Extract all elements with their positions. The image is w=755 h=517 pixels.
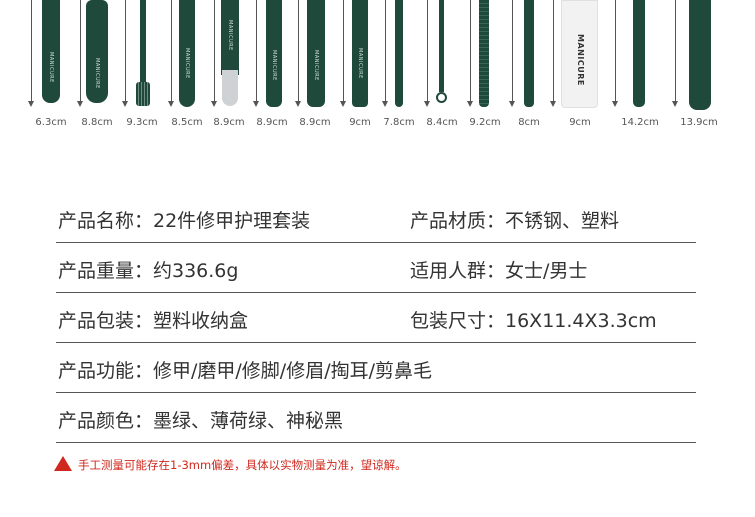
tool-length: 8.4cm (426, 117, 458, 128)
spec-color: 产品颜色：墨绿、薄荷绿、神秘黑 (58, 410, 344, 432)
length-arrow (28, 0, 34, 107)
tool-length: 7.8cm (383, 117, 415, 128)
length-arrow (382, 0, 388, 107)
length-arrow (122, 0, 128, 107)
spec-row: 产品名称：22件修甲护理套装 产品材质：不锈钢、塑料 (56, 193, 696, 243)
tool-length: 8.8cm (81, 117, 113, 128)
length-arrow (612, 0, 618, 107)
tool-length: 8.9cm (256, 117, 288, 128)
length-arrow (340, 0, 346, 107)
length-arrow (253, 0, 259, 107)
measurement-note: 手工测量可能存在1-3mm偏差，具体以实物测量为准，望谅解。 (54, 456, 407, 473)
length-arrow (77, 0, 83, 107)
tool-length: 9cm (569, 117, 591, 128)
length-arrow (550, 0, 556, 107)
spec-row: 产品颜色：墨绿、薄荷绿、神秘黑 (56, 393, 696, 443)
spec-row: 产品包装：塑料收纳盒 包装尺寸：16X11.4X3.3cm (56, 293, 696, 343)
spec-weight: 产品重量：约336.6g (58, 260, 239, 282)
spec-packaging: 产品包装：塑料收纳盒 (58, 310, 249, 332)
tool-length: 13.9cm (680, 117, 718, 128)
length-arrow (295, 0, 301, 107)
tool-length: 8.9cm (299, 117, 331, 128)
tool-length: 6.3cm (35, 117, 67, 128)
spec-row: 产品功能：修甲/磨甲/修脚/修眉/掏耳/剪鼻毛 (56, 343, 696, 393)
tool-length: 8.9cm (213, 117, 245, 128)
spec-table: 产品名称：22件修甲护理套装 产品材质：不锈钢、塑料 产品重量：约336.6g … (56, 193, 696, 443)
warning-icon (54, 456, 72, 471)
length-arrow (168, 0, 174, 107)
tool-length: 14.2cm (621, 117, 659, 128)
tool-length: 9cm (349, 117, 371, 128)
tool-length: 8cm (518, 117, 540, 128)
spec-material: 产品材质：不锈钢、塑料 (410, 210, 620, 232)
spec-name: 产品名称：22件修甲护理套装 (58, 210, 311, 232)
length-arrow (509, 0, 515, 107)
length-arrow (424, 0, 430, 107)
spec-function: 产品功能：修甲/磨甲/修脚/修眉/掏耳/剪鼻毛 (58, 360, 433, 382)
spec-audience: 适用人群：女士/男士 (410, 260, 588, 282)
tool-length: 9.3cm (126, 117, 158, 128)
tool-length: 9.2cm (469, 117, 501, 128)
measurement-note-text: 手工测量可能存在1-3mm偏差，具体以实物测量为准，望谅解。 (78, 458, 407, 472)
tool-length: 8.5cm (171, 117, 203, 128)
tool-lineup: MANICURE 6.3cm MANICURE 8.8cm 9.3cm MANI… (0, 0, 755, 135)
length-arrow (467, 0, 473, 107)
spec-package-size: 包装尺寸：16X11.4X3.3cm (410, 310, 657, 332)
spec-row: 产品重量：约336.6g 适用人群：女士/男士 (56, 243, 696, 293)
length-arrow (211, 0, 217, 107)
length-arrow (672, 0, 678, 107)
